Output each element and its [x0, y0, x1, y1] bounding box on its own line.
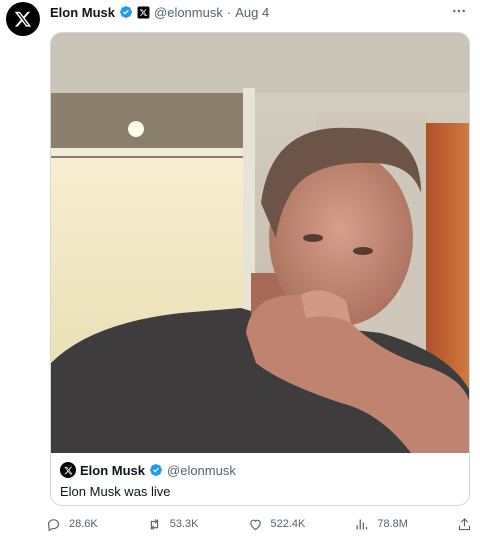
tweet-date[interactable]: Aug 4 — [235, 5, 269, 20]
verified-badge-icon — [150, 464, 162, 476]
share-button[interactable] — [457, 517, 472, 532]
reply-count: 28.6K — [69, 518, 98, 530]
like-count: 522.4K — [270, 518, 306, 530]
video-thumbnail[interactable] — [51, 33, 469, 453]
quote-author-name: Elon Musk — [80, 462, 146, 478]
x-logo-icon — [14, 11, 32, 27]
tweet-header: Elon Musk @elonmusk · Aug 4 — [50, 3, 269, 21]
share-icon — [458, 517, 471, 530]
quote-content[interactable]: Elon Musk @elonmusk Elon Musk was live — [60, 461, 460, 499]
more-icon — [453, 9, 465, 13]
author-handle[interactable]: @elonmusk — [154, 5, 223, 20]
heart-icon — [249, 519, 261, 530]
x-affiliate-icon[interactable] — [137, 6, 150, 19]
repost-button[interactable]: 53.3K — [147, 517, 199, 532]
quote-card[interactable]: Elon Musk @elonmusk Elon Musk was live — [50, 32, 470, 506]
verified-badge-icon[interactable] — [119, 5, 133, 19]
quote-header: Elon Musk @elonmusk — [60, 461, 460, 479]
quote-author-handle: @elonmusk — [167, 462, 236, 478]
header-separator: · — [226, 4, 232, 20]
views-count: 78.8M — [377, 518, 408, 530]
reply-icon — [47, 518, 60, 531]
tweet[interactable]: Elon Musk @elonmusk · Aug 4 Elon Musk @e… — [0, 0, 480, 541]
x-logo-icon — [63, 466, 73, 474]
more-button[interactable] — [450, 2, 468, 20]
like-button[interactable]: 522.4K — [248, 517, 306, 532]
views-button[interactable]: 78.8M — [354, 517, 408, 532]
repost-count: 53.3K — [169, 518, 199, 530]
views-icon — [356, 519, 368, 529]
quote-avatar — [60, 462, 76, 478]
author-name[interactable]: Elon Musk — [50, 5, 115, 20]
reply-button[interactable]: 28.6K — [46, 517, 98, 532]
repost-icon — [150, 518, 158, 530]
avatar[interactable] — [6, 2, 40, 36]
quote-text: Elon Musk was live — [60, 484, 171, 499]
action-bar: 28.6K 53.3K 522.4K 78.8M — [46, 514, 472, 534]
